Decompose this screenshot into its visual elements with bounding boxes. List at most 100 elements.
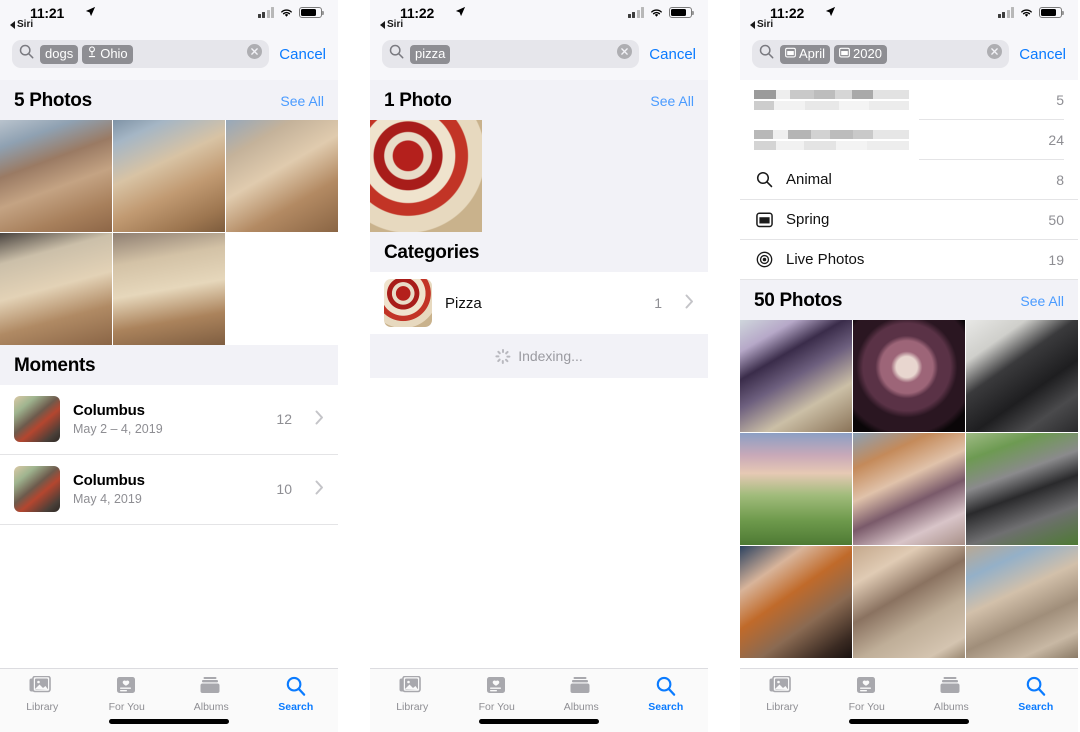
see-all-photos-link[interactable]: See All xyxy=(650,93,694,109)
photo-thumbnail[interactable] xyxy=(740,433,852,545)
search-tokens: pizza xyxy=(410,44,611,64)
tab-albums[interactable]: Albums xyxy=(909,676,994,713)
search-token-dogs[interactable]: dogs xyxy=(40,44,79,64)
cellular-signal-icon xyxy=(997,7,1014,18)
search-token-april[interactable]: April xyxy=(780,44,831,64)
indexing-status: Indexing... xyxy=(370,334,708,378)
photo-thumbnail[interactable] xyxy=(113,120,225,232)
back-to-siri-link[interactable]: Siri xyxy=(380,19,403,30)
category-row[interactable]: Pizza 1 xyxy=(370,272,708,334)
search-token-pizza[interactable]: pizza xyxy=(410,44,451,64)
suggestion-count: 8 xyxy=(1056,171,1064,188)
back-to-siri-link[interactable]: Siri xyxy=(750,19,773,30)
calendar-icon xyxy=(785,46,796,62)
tab-library[interactable]: Library xyxy=(370,676,455,713)
moment-text: Columbus May 4, 2019 xyxy=(73,472,263,506)
suggestion-row-spring[interactable]: Spring 50 xyxy=(740,200,1078,240)
photo-thumbnail[interactable] xyxy=(113,233,225,345)
tab-albums[interactable]: Albums xyxy=(169,676,254,713)
clear-icon[interactable] xyxy=(987,44,1003,64)
search-token-ohio[interactable]: Ohio xyxy=(82,44,133,64)
for-you-icon xyxy=(116,677,135,693)
search-results: 1 Photo See All Categories Pizza 1 Index… xyxy=(370,80,708,668)
photo-thumbnail[interactable] xyxy=(853,320,965,432)
search-input[interactable]: dogs Ohio xyxy=(12,40,270,68)
home-indicator[interactable] xyxy=(109,719,229,724)
see-all-photos-link[interactable]: See All xyxy=(280,93,324,109)
photo-thumbnail[interactable] xyxy=(0,120,112,232)
redacted-label xyxy=(754,130,909,150)
suggestion-row-animal[interactable]: Animal 8 xyxy=(740,160,1078,200)
see-all-photos-link[interactable]: See All xyxy=(1020,293,1064,309)
photos-section-header: 5 Photos See All xyxy=(0,80,338,120)
tab-search[interactable]: Search xyxy=(624,676,709,713)
photos-section-header: 50 Photos See All xyxy=(740,280,1078,320)
tab-albums[interactable]: Albums xyxy=(539,676,624,713)
category-count: 1 xyxy=(654,295,662,311)
tab-label: Library xyxy=(26,701,59,713)
photo-grid xyxy=(740,320,1078,659)
search-icon xyxy=(389,44,404,64)
back-label: Siri xyxy=(17,19,34,30)
moment-row[interactable]: Columbus May 2 – 4, 2019 12 xyxy=(0,384,338,455)
tab-label: Search xyxy=(648,701,684,713)
moment-row[interactable]: Columbus May 4, 2019 10 xyxy=(0,454,338,525)
suggestion-row-redacted[interactable]: 5 xyxy=(740,80,1078,120)
chevron-right-icon xyxy=(315,410,324,429)
photo-thumbnail[interactable] xyxy=(966,433,1078,545)
photo-thumbnail[interactable] xyxy=(0,233,112,345)
photos-section-title: 50 Photos xyxy=(754,290,843,311)
photo-thumbnail[interactable] xyxy=(966,320,1078,432)
status-indicators xyxy=(627,7,695,18)
photo-thumbnail[interactable] xyxy=(740,320,852,432)
calendar-icon xyxy=(754,211,774,228)
tab-label: Albums xyxy=(933,701,969,713)
back-to-siri-link[interactable]: Siri xyxy=(10,19,33,30)
tab-library[interactable]: Library xyxy=(740,676,825,713)
live-photo-icon xyxy=(754,251,774,268)
photo-thumbnail[interactable] xyxy=(370,120,482,232)
clear-icon[interactable] xyxy=(617,44,633,64)
search-icon xyxy=(286,676,306,696)
photos-section-title: 1 Photo xyxy=(384,90,452,111)
photo-thumbnail[interactable] xyxy=(853,433,965,545)
tab-bar: Library For You Albums Search xyxy=(370,668,708,732)
tab-search[interactable]: Search xyxy=(254,676,339,713)
tab-for-you[interactable]: For You xyxy=(455,676,540,713)
token-label: 2020 xyxy=(853,45,882,61)
moments-section-header: Moments xyxy=(0,344,338,385)
search-input[interactable]: pizza xyxy=(382,40,640,68)
search-bar: pizza Cancel xyxy=(370,34,708,80)
search-input[interactable]: April 2020 xyxy=(752,40,1010,68)
search-results: 5 Photos See All Moments Columbus May 2 … xyxy=(0,80,338,668)
cancel-button[interactable]: Cancel xyxy=(279,46,326,63)
tab-for-you[interactable]: For You xyxy=(85,676,170,713)
photo-thumbnail[interactable] xyxy=(740,546,852,659)
home-indicator[interactable] xyxy=(479,719,599,724)
status-time: 11:21 xyxy=(30,5,65,21)
cancel-button[interactable]: Cancel xyxy=(649,46,696,63)
tab-label: Library xyxy=(766,701,799,713)
clear-icon[interactable] xyxy=(247,44,263,64)
phone-screenshot-pizza: 11:22 Siri pizza Cancel 1 Photo See All … xyxy=(370,0,708,732)
suggestion-row-live-photos[interactable]: Live Photos 19 xyxy=(740,240,1078,280)
cancel-button[interactable]: Cancel xyxy=(1019,46,1066,63)
calendar-icon xyxy=(839,46,850,62)
albums-icon xyxy=(200,677,220,693)
search-token-2020[interactable]: 2020 xyxy=(834,44,887,64)
suggestion-count: 24 xyxy=(919,120,1064,160)
category-thumbnail xyxy=(384,279,432,327)
search-results: 5 24 Animal 8 Spring 50 Live Photos 19 5… xyxy=(740,80,1078,668)
wifi-icon xyxy=(1021,9,1032,17)
tab-library[interactable]: Library xyxy=(0,676,85,713)
spinner-icon xyxy=(495,348,511,364)
home-indicator[interactable] xyxy=(849,719,969,724)
tab-for-you[interactable]: For You xyxy=(825,676,910,713)
tab-search[interactable]: Search xyxy=(994,676,1079,713)
photo-thumbnail[interactable] xyxy=(226,120,338,232)
photo-thumbnail[interactable] xyxy=(966,546,1078,659)
moment-text: Columbus May 2 – 4, 2019 xyxy=(73,402,263,436)
photos-section-header: 1 Photo See All xyxy=(370,80,708,120)
photo-thumbnail[interactable] xyxy=(853,546,965,659)
suggestion-row-redacted[interactable]: 24 xyxy=(740,120,1078,160)
